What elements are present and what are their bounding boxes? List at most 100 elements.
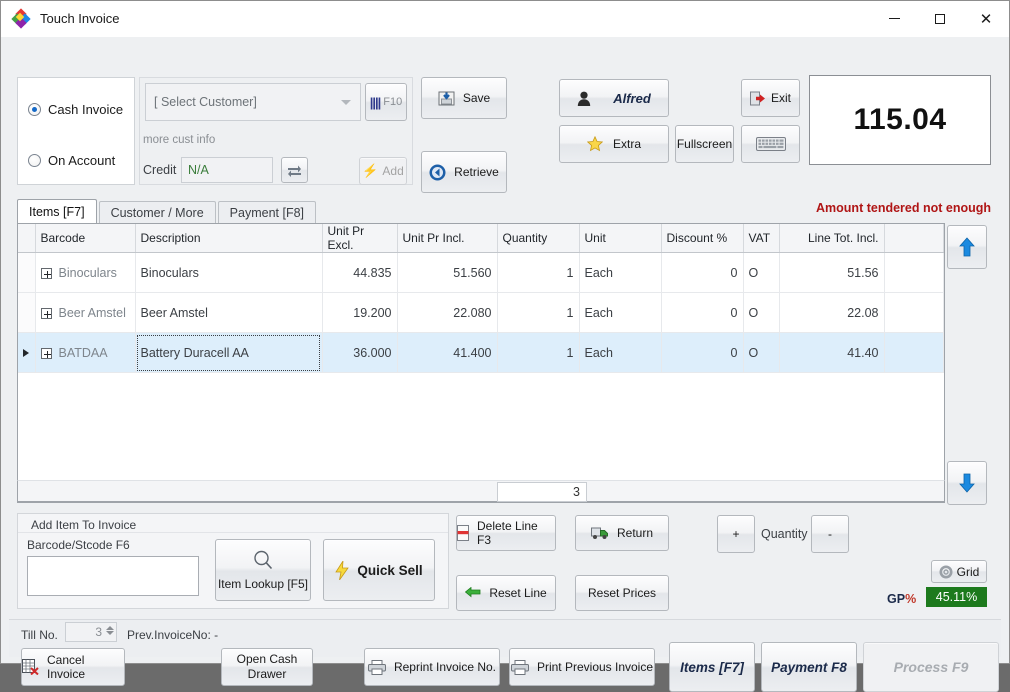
cell-description[interactable]: Battery Duracell AA xyxy=(135,332,323,373)
window-controls: ✕ xyxy=(871,1,1009,37)
retrieve-label: Retrieve xyxy=(454,165,499,179)
printer-icon xyxy=(367,659,386,675)
delete-line-label: Delete Line F3 xyxy=(477,519,538,547)
grid-col-discount[interactable]: Discount % xyxy=(661,224,744,253)
extra-button[interactable]: Extra xyxy=(559,125,669,163)
cell-spare xyxy=(884,292,944,333)
reset-prices-button[interactable]: Reset Prices xyxy=(575,575,669,611)
cancel-invoice-label: Cancel Invoice xyxy=(47,653,86,681)
open-cash-drawer-button[interactable]: Open Cash Drawer xyxy=(221,648,313,686)
close-button[interactable]: ✕ xyxy=(963,1,1009,37)
minimize-button[interactable] xyxy=(871,1,917,37)
tab-items[interactable]: Items [F7] xyxy=(17,199,97,223)
cell-barcode-text: BATDAA xyxy=(58,345,108,360)
reset-prices-label: Reset Prices xyxy=(587,586,657,600)
maximize-button[interactable] xyxy=(917,1,963,37)
lightning-icon: ⚡ xyxy=(362,163,379,178)
quick-sell-label: Quick Sell xyxy=(357,562,423,578)
process-f9-label: Process F9 xyxy=(893,659,969,675)
add-item-group-title: Add Item To Invoice xyxy=(31,518,137,532)
grid-col-spare xyxy=(884,224,944,253)
cell-line-total: 51.56 xyxy=(779,252,885,293)
user-button[interactable]: Alfred xyxy=(559,79,669,117)
process-f9-button[interactable]: Process F9 xyxy=(863,642,999,692)
table-row[interactable]: BATDAA Battery Duracell AA 36.000 41.400… xyxy=(18,332,944,373)
add-customer-button[interactable]: ⚡ Add xyxy=(359,157,407,185)
warning-message: Amount tendered not enough xyxy=(816,201,991,215)
magnifier-icon xyxy=(252,549,274,571)
prev-invoice-no: Prev.InvoiceNo: - xyxy=(127,628,219,642)
scroll-up-button[interactable] xyxy=(947,225,987,269)
return-button[interactable]: Return xyxy=(575,515,669,551)
cell-unit-pr-excl: 44.835 xyxy=(322,252,398,293)
item-lookup-button[interactable]: Item Lookup [F5] xyxy=(215,539,311,601)
grid-col-line-total[interactable]: Line Tot. Incl. xyxy=(779,224,885,253)
grid-settings-button[interactable]: Grid xyxy=(931,560,987,583)
quantity-minus-button[interactable]: - xyxy=(811,515,849,553)
radio-cash-invoice[interactable]: Cash Invoice xyxy=(28,102,123,117)
gp-label-pct: % xyxy=(905,592,917,606)
grid-col-unit-pr-incl[interactable]: Unit Pr Incl. xyxy=(397,224,498,253)
retrieve-button[interactable]: Retrieve xyxy=(421,151,507,193)
cell-description: Binoculars xyxy=(135,252,323,293)
grid-col-unit-pr-excl[interactable]: Unit Pr Excl. xyxy=(322,224,398,253)
lightning-bolt-icon xyxy=(335,560,350,580)
expand-icon[interactable] xyxy=(40,267,52,279)
cell-barcode-text: Beer Amstel xyxy=(58,305,126,320)
expand-icon[interactable] xyxy=(40,347,52,359)
till-no-stepper[interactable]: 3 xyxy=(65,622,117,642)
save-button[interactable]: Save xyxy=(421,77,507,119)
cell-vat: O xyxy=(743,252,780,293)
quantity-plus-button[interactable]: + xyxy=(717,515,755,553)
cell-spare xyxy=(884,332,944,373)
items-f7-button[interactable]: Items [F7] xyxy=(669,642,755,692)
cell-quantity: 1 xyxy=(497,292,580,333)
fullscreen-button[interactable]: Fullscreen xyxy=(675,125,734,163)
reset-arrow-icon xyxy=(465,586,481,600)
exit-button[interactable]: Exit xyxy=(741,79,800,117)
customer-select[interactable]: [ Select Customer] xyxy=(145,83,361,121)
user-icon xyxy=(577,91,591,106)
barcode-f10-button[interactable]: |||| F10 xyxy=(365,83,407,121)
row-indicator xyxy=(18,252,36,293)
grid-col-barcode[interactable]: Barcode xyxy=(35,224,136,253)
cell-unit-pr-excl: 36.000 xyxy=(322,332,398,373)
close-icon: ✕ xyxy=(979,9,993,28)
expand-icon[interactable] xyxy=(40,307,52,319)
table-row[interactable]: Beer Amstel Beer Amstel 19.200 22.080 1 … xyxy=(18,292,944,333)
cell-quantity: 1 xyxy=(497,252,580,293)
grid-col-quantity[interactable]: Quantity xyxy=(497,224,580,253)
reprint-invoice-button[interactable]: Reprint Invoice No. xyxy=(364,648,500,686)
payment-f8-button[interactable]: Payment F8 xyxy=(761,642,857,692)
tab-customer-more[interactable]: Customer / More xyxy=(98,201,216,223)
cell-barcode: Binoculars xyxy=(35,252,136,293)
spinner-arrows-icon[interactable] xyxy=(105,625,114,641)
add-item-divider xyxy=(18,532,448,533)
radio-account-label: On Account xyxy=(48,153,116,168)
quick-sell-button[interactable]: Quick Sell xyxy=(323,539,435,601)
delete-line-button[interactable]: Delete Line F3 xyxy=(456,515,556,551)
table-row[interactable]: Binoculars Binoculars 44.835 51.560 1 Ea… xyxy=(18,252,944,293)
grid-col-unit[interactable]: Unit xyxy=(579,224,662,253)
tab-payment[interactable]: Payment [F8] xyxy=(217,201,317,223)
barcode-input[interactable] xyxy=(27,556,199,596)
swap-currency-button[interactable] xyxy=(281,157,308,183)
cancel-invoice-button[interactable]: Cancel Invoice xyxy=(21,648,125,686)
grid-col-description[interactable]: Description xyxy=(135,224,323,253)
credit-value: N/A xyxy=(181,157,273,183)
exit-label: Exit xyxy=(770,91,791,105)
invoice-items-grid[interactable]: Barcode Description Unit Pr Excl. Unit P… xyxy=(17,223,945,503)
delete-line-icon xyxy=(457,525,469,541)
grid-col-vat[interactable]: VAT xyxy=(743,224,780,253)
cancel-invoice-icon xyxy=(22,659,39,675)
radio-on-account[interactable]: On Account xyxy=(28,153,115,168)
keyboard-button[interactable] xyxy=(741,125,800,163)
app-diamond-icon xyxy=(11,8,31,29)
up-arrow-icon xyxy=(959,237,975,257)
print-previous-invoice-button[interactable]: Print Previous Invoice xyxy=(509,648,655,686)
cell-unit-pr-incl: 41.400 xyxy=(397,332,498,373)
touch-invoice-window: Touch Invoice ✕ Cash Invoice On Account … xyxy=(0,0,1010,692)
reset-line-button[interactable]: Reset Line xyxy=(456,575,556,611)
more-cust-info-label: more cust info xyxy=(143,134,216,146)
scroll-down-button[interactable] xyxy=(947,461,987,505)
